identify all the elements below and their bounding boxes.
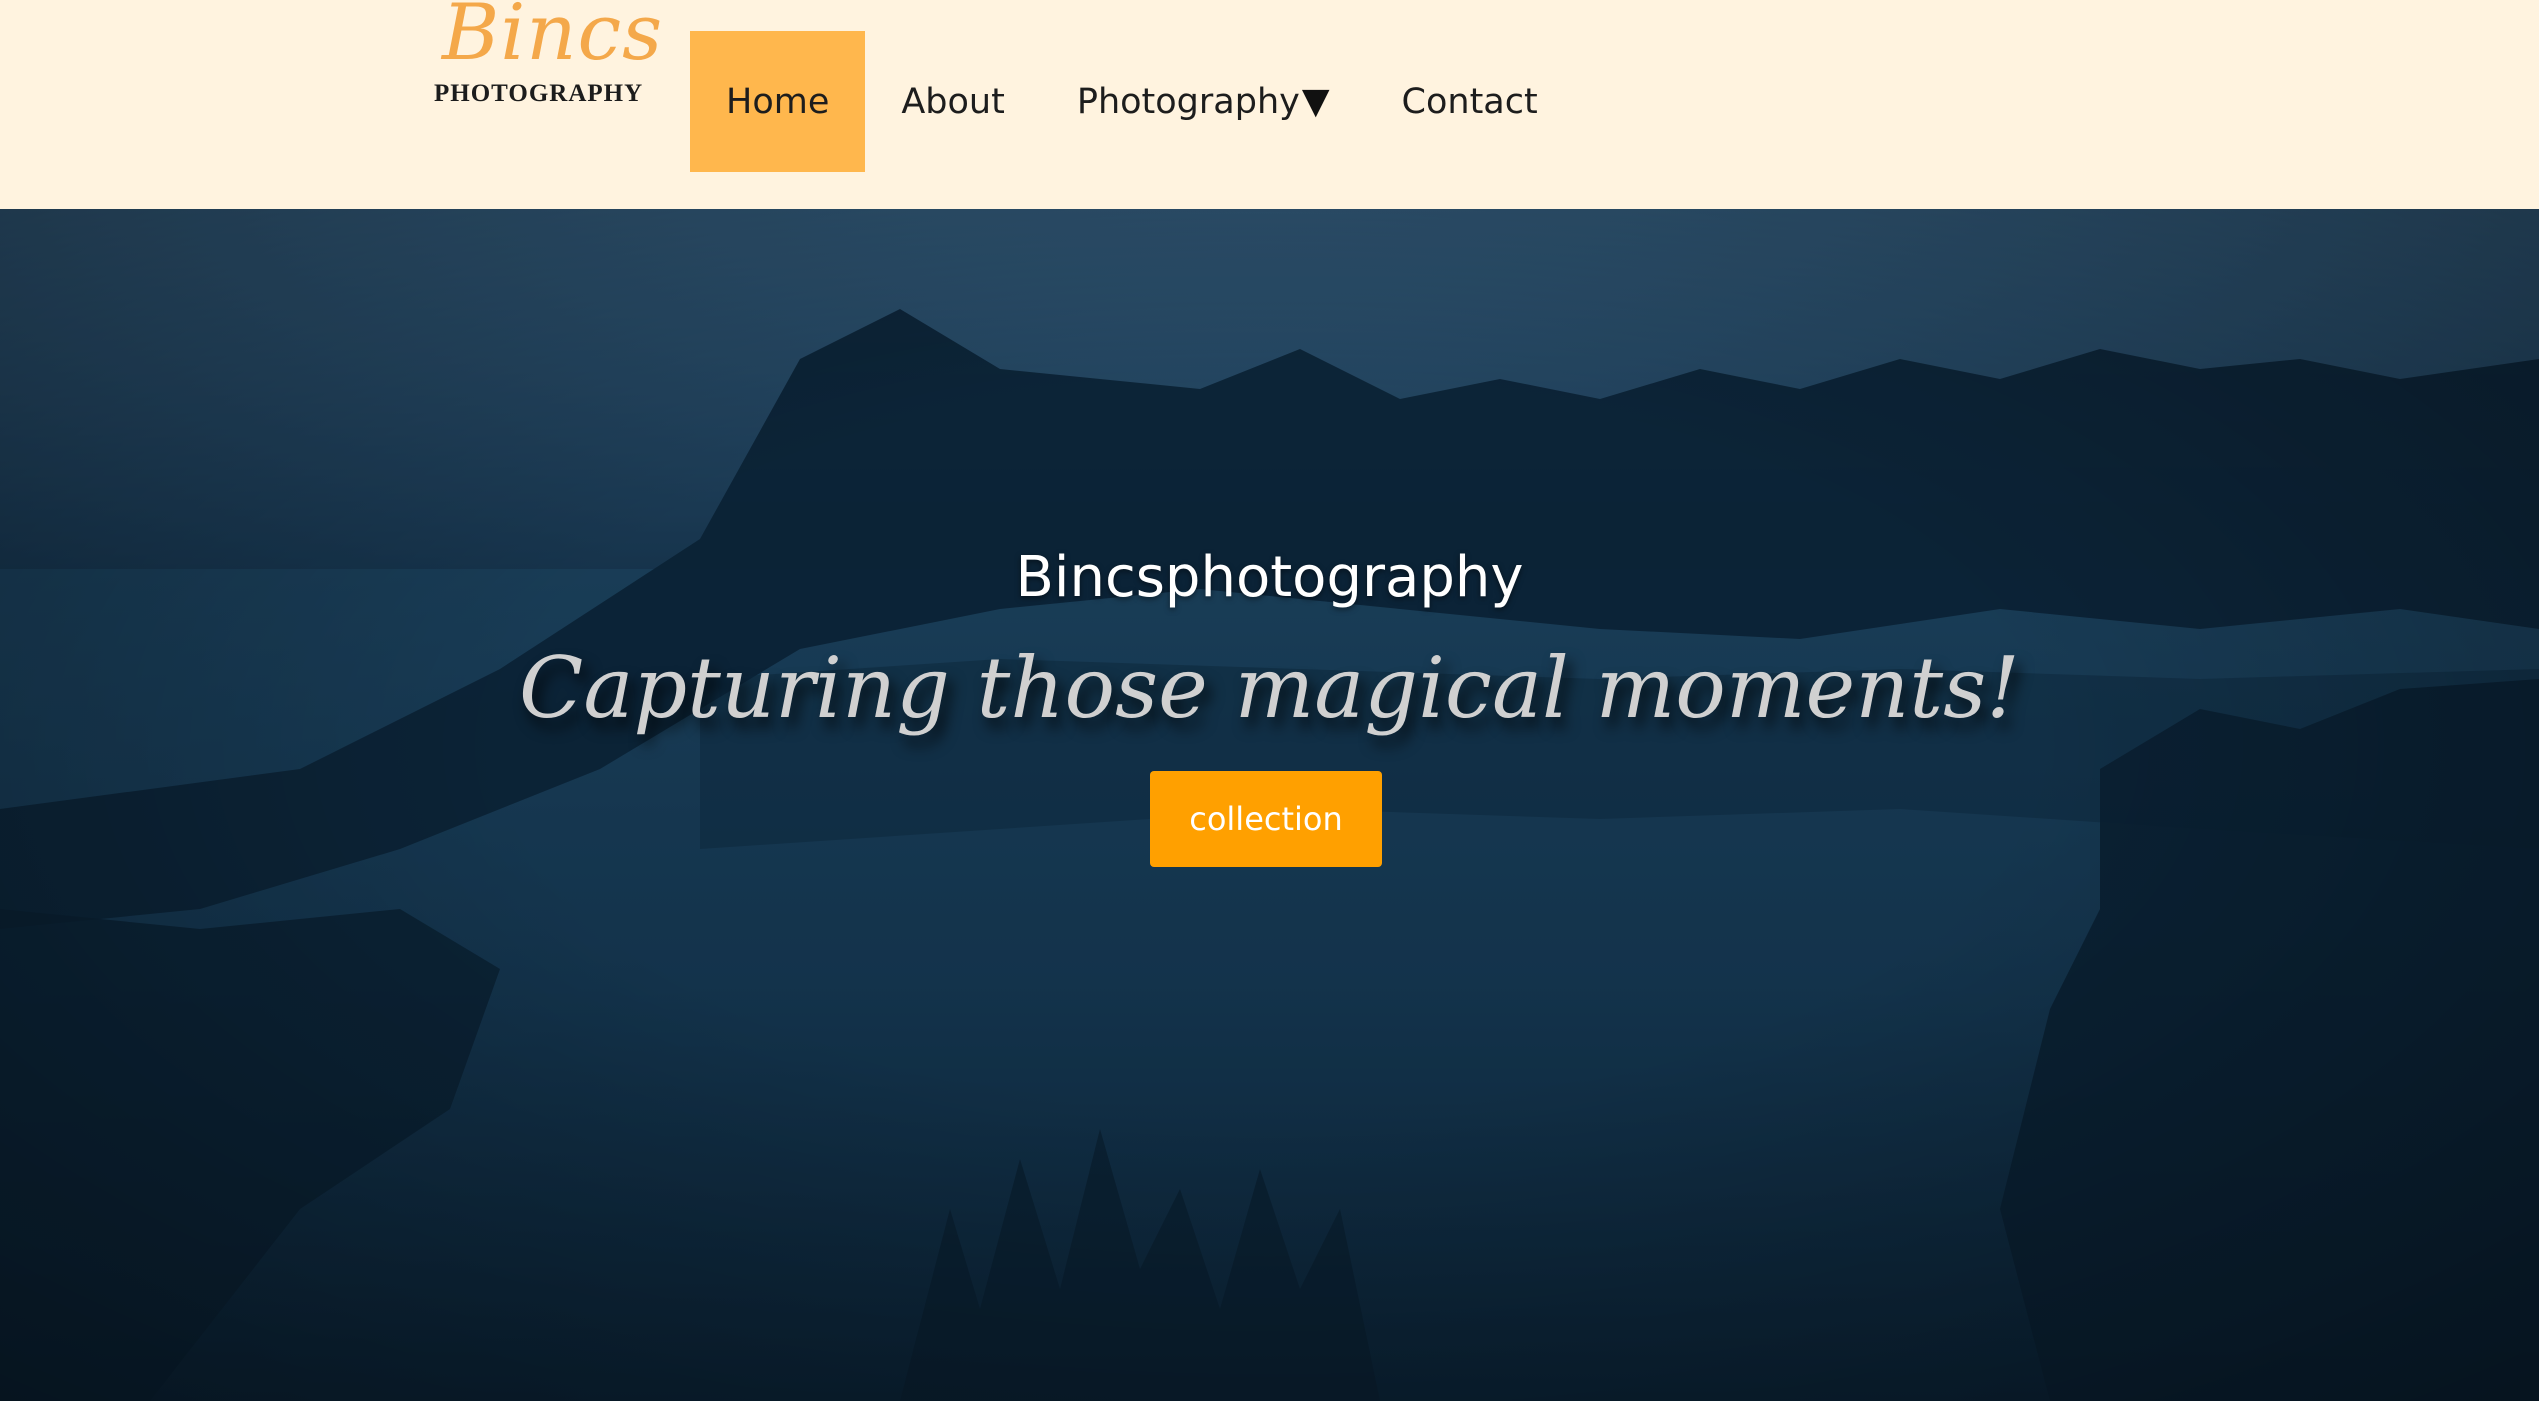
site-header: Bincs PHOTOGRAPHY Home About Photography… xyxy=(0,0,2539,209)
hero-tagline: Capturing those magical moments! xyxy=(519,639,2020,737)
logo-subtitle: PHOTOGRAPHY xyxy=(434,80,644,107)
nav-item-about-label: About xyxy=(901,81,1005,122)
nav-item-photography[interactable]: Photography ▼ xyxy=(1041,31,1366,172)
nav-item-photography-label: Photography xyxy=(1076,81,1300,122)
nav-item-contact-label: Contact xyxy=(1401,81,1538,122)
site-logo[interactable]: Bincs PHOTOGRAPHY xyxy=(432,0,662,120)
nav-item-home-label: Home xyxy=(726,81,830,122)
main-nav: Home About Photography ▼ Contact xyxy=(690,31,1574,172)
nav-item-home[interactable]: Home xyxy=(690,31,866,172)
logo-script-text: Bincs xyxy=(442,0,664,78)
hero-section: Bincsphotography Capturing those magical… xyxy=(0,209,2539,1401)
hero-title: Bincsphotography xyxy=(1015,545,1524,610)
nav-item-about[interactable]: About xyxy=(865,31,1040,172)
nav-item-contact[interactable]: Contact xyxy=(1366,31,1574,172)
collection-button[interactable]: collection xyxy=(1150,771,1382,867)
page: Bincs PHOTOGRAPHY Home About Photography… xyxy=(0,0,2539,1401)
dropdown-caret-icon: ▼ xyxy=(1301,81,1330,122)
